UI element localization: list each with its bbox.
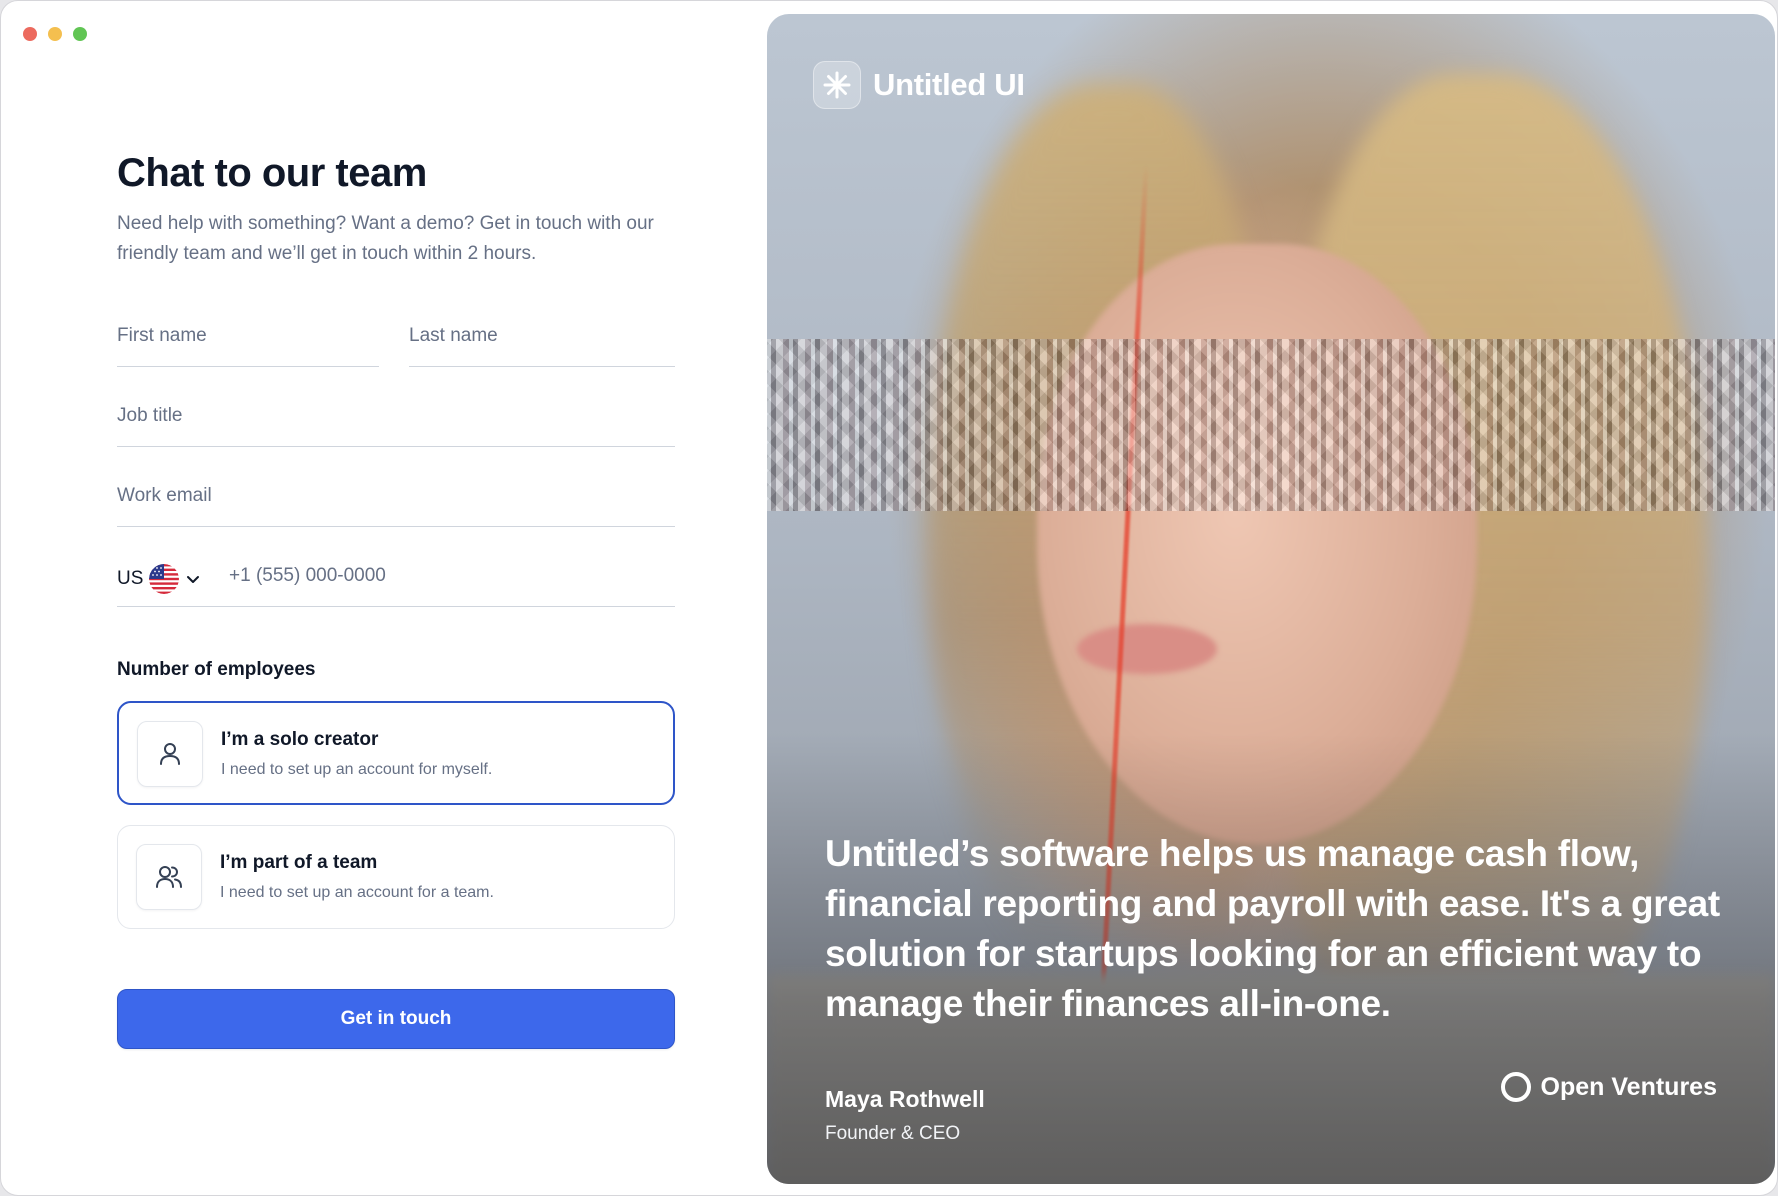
option-title: I’m part of a team	[220, 852, 378, 873]
phone-field: US	[117, 551, 675, 607]
work-email-field	[117, 471, 675, 527]
company-name: Open Ventures	[1540, 1072, 1717, 1101]
brand-name: Untitled UI	[873, 67, 1025, 102]
user-icon	[137, 721, 203, 787]
get-in-touch-button[interactable]: Get in touch	[117, 989, 675, 1049]
window-controls	[23, 27, 87, 41]
page-subtitle: Need help with something? Want a demo? G…	[117, 213, 654, 264]
job-title-field	[117, 391, 675, 447]
country-select[interactable]: US	[117, 564, 201, 594]
last-name-input[interactable]	[409, 325, 675, 347]
users-icon	[136, 844, 202, 910]
company-logo: Open Ventures	[1500, 1072, 1717, 1102]
country-code: US	[117, 568, 144, 589]
job-title-input[interactable]	[117, 405, 675, 427]
us-flag-icon	[149, 564, 180, 594]
brand-logo: Untitled UI	[813, 61, 1025, 109]
asterisk-logo-icon	[813, 61, 861, 109]
phone-input[interactable]	[229, 565, 649, 587]
option-description: I need to set up an account for a team.	[220, 884, 494, 901]
close-window-button[interactable]	[23, 27, 37, 41]
author-role: Founder & CEO	[825, 1123, 961, 1144]
chevron-down-icon	[187, 576, 200, 583]
first-name-field	[117, 311, 379, 367]
testimonial-panel: Untitled UI Untitled’s software helps us…	[767, 14, 1775, 1184]
work-email-input[interactable]	[117, 485, 675, 507]
page-title: Chat to our team	[117, 151, 427, 195]
option-description: I need to set up an account for myself.	[221, 761, 493, 778]
ring-logo-icon	[1500, 1072, 1531, 1102]
last-name-field	[409, 311, 675, 367]
option-solo-creator[interactable]: I’m a solo creator I need to set up an a…	[117, 701, 675, 805]
testimonial-quote: Untitled’s software helps us manage cash…	[825, 833, 1720, 1024]
first-name-input[interactable]	[117, 325, 379, 347]
option-title: I’m a solo creator	[221, 729, 379, 750]
zoom-window-button[interactable]	[73, 27, 87, 41]
employees-label: Number of employees	[117, 659, 316, 680]
app-window: Chat to our team Need help with somethin…	[0, 0, 1778, 1196]
minimize-window-button[interactable]	[48, 27, 62, 41]
option-team[interactable]: I’m part of a team I need to set up an a…	[117, 825, 675, 929]
author-name: Maya Rothwell	[825, 1086, 985, 1112]
